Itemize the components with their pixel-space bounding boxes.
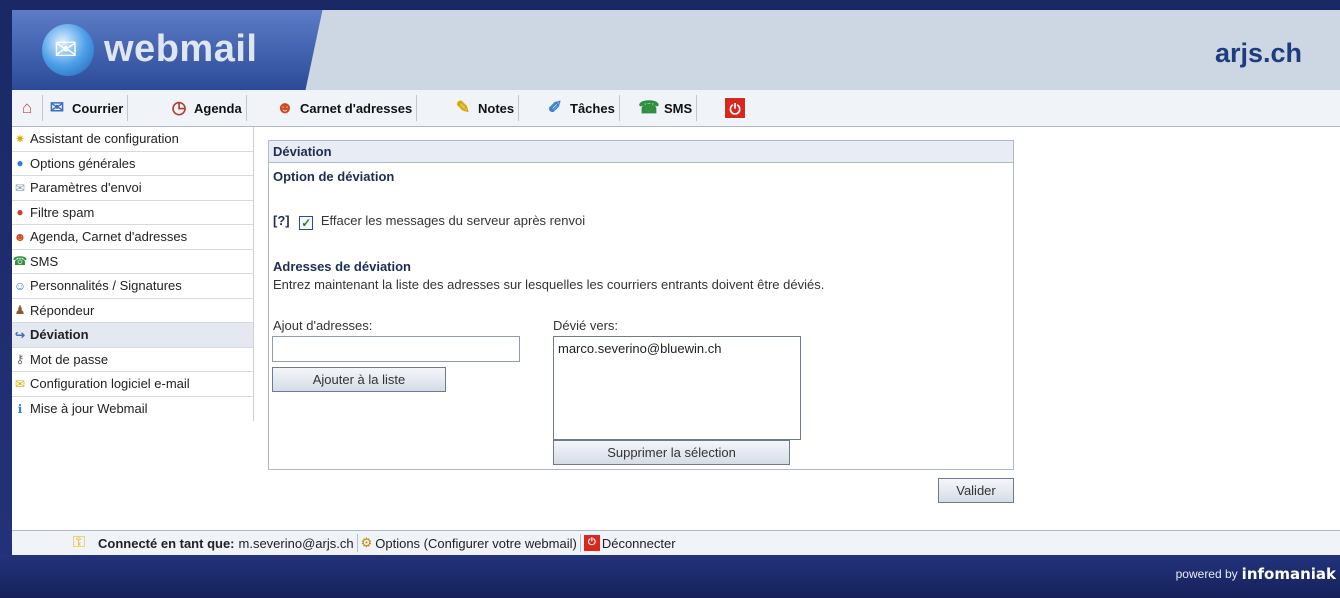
key-icon: ⚿ [72,534,86,551]
status-bar: ⚿ Connecté en tant que: m.severino@arjs.… [12,530,1340,555]
submit-button[interactable]: Valider [938,478,1014,503]
mail-client-icon: ✉ [14,376,26,391]
nav-home[interactable]: ⌂ [16,95,43,121]
delete-option-row: [?] ✓ Effacer les messages du serveur ap… [273,213,585,230]
sidebar-item-label: Configuration logiciel e-mail [30,376,190,392]
remove-selection-button[interactable]: Supprimer la sélection [553,440,790,465]
checkbox-label: Effacer les messages du serveur après re… [320,213,586,228]
sidebar-item-label: Paramètres d'envoi [30,180,142,196]
contacts-icon: ☻ [13,229,27,244]
home-icon: ⌂ [21,98,33,117]
envelope-icon: ✉ [54,34,78,65]
main-nav: ⌂ ✉ Courrier ◷ Agenda ☻ Carnet d'adresse… [12,90,1340,127]
sidebar-item-assistant[interactable]: ✷ Assistant de configuration [12,127,254,152]
sms-icon: ☎ [638,98,660,117]
deviation-panel: Déviation Option de déviation [?] ✓ Effa… [268,140,1014,470]
tasks-icon: ✐ [547,98,563,117]
panel-title: Déviation [269,141,1013,163]
sidebar-item-label: Options générales [30,155,136,171]
sidebar-item-label: Agenda, Carnet d'adresses [30,229,188,245]
sidebar-item-label: Mot de passe [30,351,109,367]
nav-label: SMS [664,100,693,116]
settings-sidebar: ✷ Assistant de configuration ● Options g… [12,127,254,421]
power-icon: ⏻ [583,535,600,551]
power-icon: ⏻ [724,97,746,119]
calendar-icon: ◷ [171,98,187,117]
list-item[interactable]: marco.severino@bluewin.ch [558,341,796,356]
option-heading: Option de déviation [273,169,395,184]
send-icon: ✉ [14,180,26,195]
key-icon: ⚷ [15,352,25,367]
wizard-icon: ✷ [14,131,26,146]
notes-icon: ✎ [455,98,471,117]
app-name: webmail [104,28,258,70]
sidebar-item-label: Personnalités / Signatures [30,278,182,294]
sidebar-item-envoi[interactable]: ✉ Paramètres d'envoi [12,176,254,201]
options-icon: ● [16,156,24,171]
sidebar-item-deviation[interactable]: ↪ Déviation [12,323,254,348]
window-left-border [0,0,12,598]
sidebar-item-spam[interactable]: ● Filtre spam [12,200,254,225]
sidebar-item-label: SMS [30,253,59,269]
sidebar-item-client-config[interactable]: ✉ Configuration logiciel e-mail [12,372,254,397]
contacts-icon: ☻ [276,98,294,117]
sidebar-item-options[interactable]: ● Options générales [12,151,254,176]
nav-label: Courrier [72,100,124,116]
powered-by-text: powered by [1175,567,1238,581]
sidebar-item-sms[interactable]: ☎ SMS [12,249,254,274]
nav-label: Agenda [194,100,242,116]
footer-bar [0,555,1340,598]
nav-label: Tâches [570,100,615,116]
sidebar-item-password[interactable]: ⚷ Mot de passe [12,347,254,372]
help-link[interactable]: [?] [273,213,290,228]
logout-link[interactable]: Déconnecter [602,536,676,551]
divider [579,534,581,552]
nav-label: Notes [478,100,515,116]
main-content: ✷ Assistant de configuration ● Options g… [12,127,1340,530]
options-link[interactable]: Options (Configurer votre webmail) [375,536,577,551]
mail-icon: ✉ [49,98,65,117]
delete-after-forward-checkbox[interactable]: ✓ [299,216,314,230]
powered-by: powered by infomaniak [1176,565,1336,583]
sidebar-item-agenda[interactable]: ☻ Agenda, Carnet d'adresses [12,225,254,250]
nav-label: Carnet d'adresses [300,100,413,116]
addresses-description: Entrez maintenant la liste des adresses … [273,277,825,292]
sms-icon: ☎ [12,254,28,269]
domain-name: arjs.ch [1214,38,1302,68]
redirect-list-label: Dévié vers: [553,318,619,333]
sidebar-item-label: Assistant de configuration [30,131,179,147]
responder-icon: ♟ [14,303,26,318]
spam-filter-icon: ● [16,205,24,220]
nav-logout[interactable]: ⏻ [724,95,750,121]
add-address-input[interactable] [272,336,520,362]
divider [356,534,358,552]
sidebar-item-label: Filtre spam [30,204,95,220]
nav-notes[interactable]: ✎ Notes [452,95,520,121]
add-address-label: Ajout d'adresses: [273,318,373,333]
nav-carnet[interactable]: ☻ Carnet d'adresses [274,95,418,121]
info-icon: ℹ [17,401,23,416]
signature-icon: ☺ [13,278,27,293]
gear-icon: ⚙ [360,535,373,550]
sidebar-item-label: Mise à jour Webmail [30,401,148,417]
redirect-address-list[interactable]: marco.severino@bluewin.ch [553,336,801,440]
nav-courrier[interactable]: ✉ Courrier [46,95,129,121]
redirect-icon: ↪ [14,327,26,342]
add-to-list-button[interactable]: Ajouter à la liste [272,367,446,392]
nav-taches[interactable]: ✐ Tâches [544,95,620,121]
sidebar-item-update[interactable]: ℹ Mise à jour Webmail [12,396,254,421]
sidebar-item-label: Répondeur [30,302,95,318]
sidebar-item-signatures[interactable]: ☺ Personnalités / Signatures [12,274,254,299]
nav-sms[interactable]: ☎ SMS [638,95,698,121]
addresses-heading: Adresses de déviation [273,259,411,274]
connected-user: m.severino@arjs.ch [238,535,354,551]
sidebar-item-label: Déviation [30,327,89,343]
sidebar-item-repondeur[interactable]: ♟ Répondeur [12,298,254,323]
app-header: ✉ webmail arjs.ch [12,10,1340,90]
infomaniak-logo[interactable]: infomaniak [1242,565,1336,583]
nav-agenda[interactable]: ◷ Agenda [168,95,247,121]
window-top-border [0,0,1340,10]
connected-label: Connecté en tant que: [98,535,235,551]
